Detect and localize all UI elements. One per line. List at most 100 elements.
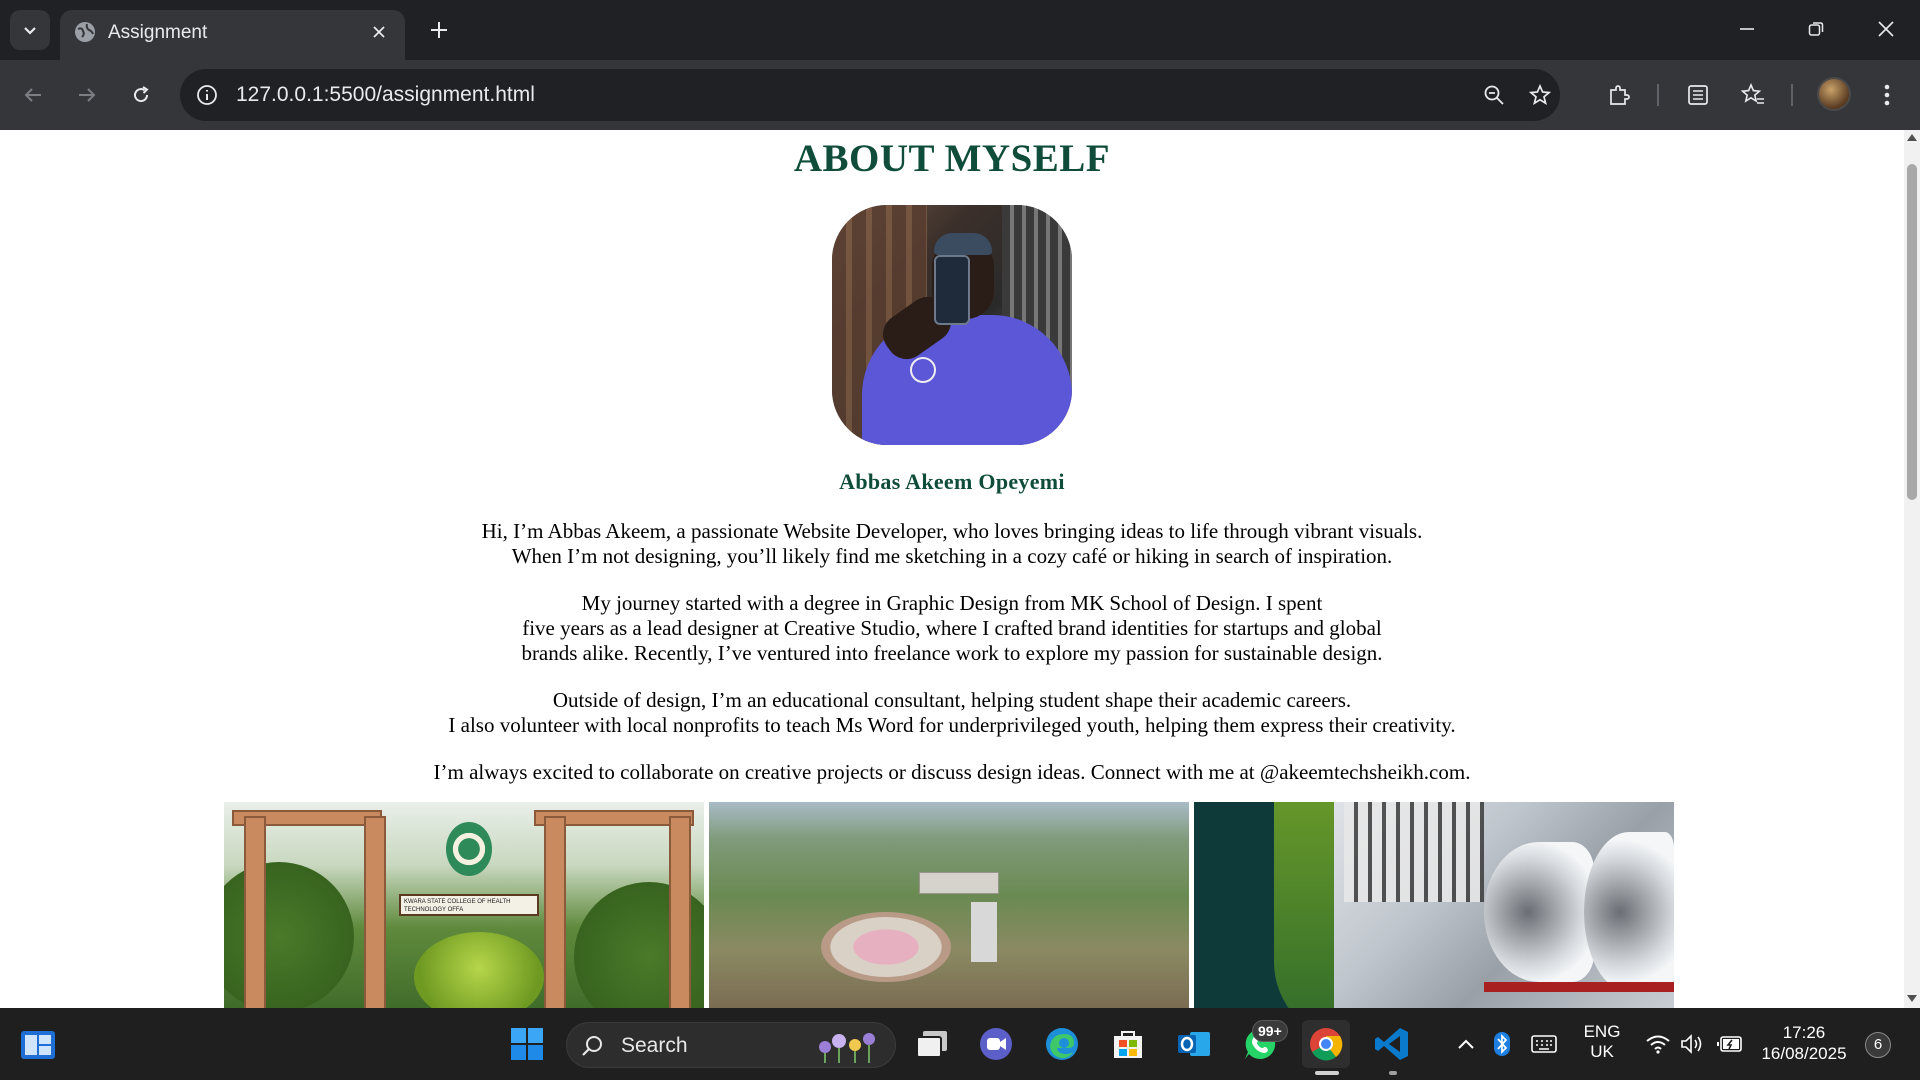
star-list-icon: [1741, 83, 1764, 104]
person-name: Abbas Akeem Opeyemi: [839, 469, 1065, 494]
close-window-button[interactable]: [1871, 14, 1901, 44]
bluetooth-icon: [1494, 1032, 1510, 1056]
windows-icon: [511, 1028, 543, 1060]
chrome-icon: [1310, 1028, 1343, 1061]
language-indicator[interactable]: ENG UK: [1578, 1022, 1626, 1062]
photo-gallery: KWARA STATE COLLEGE OF HEALTH TECHNOLOGY…: [224, 802, 1674, 1008]
tab-close-button[interactable]: [367, 20, 391, 44]
more-vertical-icon: [1884, 84, 1890, 106]
keyboard-button[interactable]: [1530, 1030, 1558, 1058]
scroll-thumb[interactable]: [1907, 164, 1917, 500]
keyboard-icon: [1531, 1035, 1557, 1053]
outside-design-paragraph: Outside of design, I’m an educational co…: [0, 688, 1904, 738]
address-bar[interactable]: 127.0.0.1:5500/assignment.html: [180, 69, 1560, 121]
windows-taskbar: Search 99+ ENG UK 17:26 16/08/2025 6: [0, 1008, 1920, 1080]
url-path: :5500/assignment.html: [323, 83, 535, 106]
widgets-button[interactable]: [20, 1028, 56, 1062]
college-emblem: [446, 822, 492, 876]
bookmarks-button[interactable]: [1736, 78, 1770, 112]
tab-assignment[interactable]: Assignment: [60, 10, 405, 60]
page-scrollbar[interactable]: [1904, 130, 1920, 1008]
reading-list-button[interactable]: [1681, 78, 1715, 112]
lab-drum: [1484, 842, 1594, 982]
vscode-icon: [1375, 1028, 1408, 1060]
notification-center-badge[interactable]: 6: [1865, 1032, 1891, 1058]
video-camera-icon: [980, 1028, 1012, 1060]
minimize-icon: [1740, 28, 1754, 30]
text-line: I also volunteer with local nonprofits t…: [448, 713, 1456, 737]
contact-paragraph: I’m always excited to collaborate on cre…: [0, 760, 1904, 785]
extensions-button[interactable]: [1602, 78, 1636, 112]
tab-search-button[interactable]: [10, 10, 50, 50]
show-hidden-icons-button[interactable]: [1452, 1030, 1480, 1058]
zoom-button[interactable]: [1480, 81, 1508, 109]
widgets-icon: [21, 1031, 55, 1059]
back-button[interactable]: [16, 78, 50, 112]
plus-icon: [431, 22, 447, 38]
text-line: Outside of design, I’m an educational co…: [552, 688, 1352, 712]
store-icon: [1114, 1031, 1142, 1058]
chevron-up-icon: [1458, 1039, 1474, 1049]
text-line: My journey started with a degree in Grap…: [581, 591, 1323, 615]
new-tab-button[interactable]: [425, 16, 453, 44]
menu-button[interactable]: [1870, 78, 1904, 112]
reload-icon: [134, 86, 149, 103]
intro-paragraph: Hi, I’m Abbas Akeem, a passionate Websit…: [0, 519, 1904, 569]
journey-paragraph: My journey started with a degree in Grap…: [0, 591, 1904, 666]
site-info-icon[interactable]: [194, 82, 220, 108]
start-button[interactable]: [503, 1020, 551, 1068]
url-host: 127.0.0.1: [236, 83, 324, 106]
text-line: brands alike. Recently, I’ve ventured in…: [521, 641, 1383, 665]
text-line: I’m always excited to collaborate on cre…: [433, 760, 1471, 784]
microsoft-store-button[interactable]: [1104, 1020, 1152, 1068]
scroll-up-arrow[interactable]: [1907, 134, 1917, 141]
profile-avatar[interactable]: [1817, 77, 1851, 111]
tab-title: Assignment: [108, 22, 208, 43]
meet-app-button[interactable]: [972, 1020, 1020, 1068]
lab-panel: [1344, 802, 1484, 902]
toolbar-separator: [1657, 84, 1659, 106]
outlook-button[interactable]: [1170, 1020, 1218, 1068]
campus-round-building: [821, 912, 951, 982]
chrome-button[interactable]: [1302, 1020, 1350, 1068]
zoom-out-icon: [1484, 85, 1504, 105]
gate-post: [364, 816, 386, 1008]
task-view-icon: [916, 1031, 947, 1058]
restore-button[interactable]: [1801, 14, 1831, 44]
vscode-button[interactable]: [1368, 1020, 1416, 1068]
reload-button[interactable]: [124, 78, 158, 112]
flowers-icon: [819, 1033, 875, 1063]
taskbar-search[interactable]: Search: [566, 1022, 896, 1068]
toolbar-separator: [1791, 84, 1793, 106]
url-text: 127.0.0.1:5500/assignment.html: [236, 83, 535, 107]
volume-button[interactable]: [1678, 1030, 1706, 1058]
search-label: Search: [621, 1034, 688, 1057]
about-page: ABOUT MYSELF Abbas Akeem Opeyemi Hi, I’m…: [0, 136, 1904, 785]
clock-date: 16/08/2025: [1761, 1044, 1847, 1063]
globe-icon: [75, 22, 95, 42]
forward-button[interactable]: [70, 78, 104, 112]
page-title: ABOUT MYSELF: [793, 137, 1111, 180]
scroll-down-arrow[interactable]: [1907, 995, 1917, 1002]
speaker-icon: [1681, 1034, 1702, 1054]
gate-post: [544, 816, 566, 1008]
lab-drum: [1584, 832, 1674, 992]
wifi-button[interactable]: [1644, 1030, 1672, 1058]
bush: [414, 932, 544, 1008]
task-view-button[interactable]: [908, 1020, 956, 1068]
clock[interactable]: 17:26 16/08/2025: [1756, 1022, 1852, 1064]
gallery-image-college-gate: KWARA STATE COLLEGE OF HEALTH TECHNOLOGY…: [224, 802, 704, 1008]
edge-browser-button[interactable]: [1038, 1020, 1086, 1068]
clock-time: 17:26: [1782, 1023, 1826, 1042]
gate-post: [669, 816, 691, 1008]
close-icon: [1878, 21, 1894, 37]
bookmark-star-button[interactable]: [1526, 81, 1554, 109]
battery-button[interactable]: [1716, 1030, 1744, 1058]
edge-icon: [1046, 1028, 1078, 1060]
minimize-button[interactable]: [1732, 14, 1762, 44]
bluetooth-button[interactable]: [1488, 1030, 1516, 1058]
whatsapp-badge: 99+: [1252, 1020, 1288, 1042]
text-line: Hi, I’m Abbas Akeem, a passionate Websit…: [481, 519, 1423, 543]
language-region: UK: [1590, 1042, 1614, 1061]
arrow-left-icon: [24, 88, 41, 102]
